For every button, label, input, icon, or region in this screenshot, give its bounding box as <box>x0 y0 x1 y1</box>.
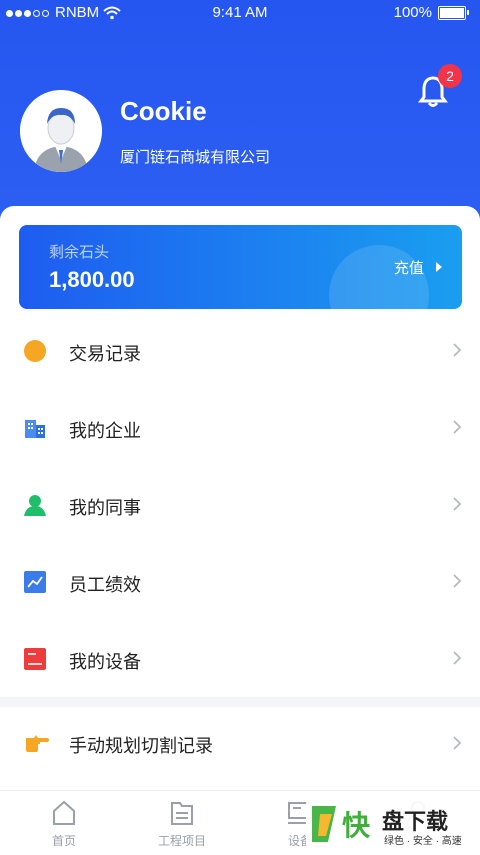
balance-label: 剩余石头 <box>49 244 110 261</box>
menu-item-label: 手动规划切割记录 <box>69 736 213 756</box>
chevron-right-icon <box>453 574 462 588</box>
status-bar: RNBM 9:41 AM 100% <box>0 0 480 28</box>
menu-item-colleagues[interactable]: 我的同事 <box>0 466 480 543</box>
recharge-label: 充值 <box>393 260 424 277</box>
chevron-right-icon <box>453 736 462 750</box>
person-icon <box>24 495 46 516</box>
notification-badge: 2 <box>438 64 462 88</box>
profile-header: RNBM 9:41 AM 100% 2 Cookie 厦门链石商城有限公司 <box>0 0 480 230</box>
menu-item-label: 员工绩效 <box>69 575 141 595</box>
menu-item-performance[interactable]: 员工绩效 <box>0 543 480 620</box>
menu-item-enterprise[interactable]: 我的企业 <box>0 389 480 466</box>
menu-item-label: 交易记录 <box>69 344 141 364</box>
tab-label: 工程项目 <box>157 834 206 848</box>
menu-list: 交易记录 我的企业 我的同事 员工绩效 我的设备 <box>0 312 480 697</box>
caret-right-icon <box>436 262 442 272</box>
company-name: 厦门链石商城有限公司 <box>120 149 271 166</box>
recharge-button[interactable]: 充值 <box>394 257 444 278</box>
watermark-slogan: 绿色 · 安全 · 高速 <box>384 836 462 847</box>
chevron-right-icon <box>453 343 462 357</box>
username: Cookie <box>120 96 207 126</box>
home-icon <box>53 800 75 825</box>
folder-icon <box>171 802 193 825</box>
tab-projects[interactable]: 工程项目 <box>122 791 242 855</box>
menu-item-devices[interactable]: 我的设备 <box>0 620 480 697</box>
device-icon <box>24 648 46 670</box>
chevron-right-icon <box>453 497 462 511</box>
chevron-right-icon <box>453 420 462 434</box>
pointing-hand-icon <box>26 735 49 752</box>
tab-home[interactable]: 首页 <box>4 791 124 855</box>
menu-item-label: 我的企业 <box>69 421 141 441</box>
section-divider <box>0 697 480 707</box>
menu-item-label: 我的设备 <box>69 652 141 672</box>
menu-item-cutting-records[interactable]: 手动规划切割记录 <box>0 707 480 779</box>
balance-amount: 1,800.00 <box>49 267 135 292</box>
avatar[interactable] <box>20 90 102 172</box>
battery-percent: 100% <box>393 4 432 21</box>
watermark-logo: 快 盘下载 绿色 · 安全 · 高速 <box>306 798 476 850</box>
battery-icon <box>438 5 469 20</box>
balance-card: 剩余石头 1,800.00 充值 <box>19 225 462 309</box>
menu-item-label: 我的同事 <box>69 498 141 518</box>
chevron-right-icon <box>453 651 462 665</box>
building-icon <box>25 420 45 438</box>
menu-item-transactions[interactable]: 交易记录 <box>0 312 480 389</box>
user-avatar-icon <box>20 90 102 172</box>
watermark-brand: 快 <box>342 810 371 841</box>
chart-icon <box>24 571 46 593</box>
tab-label: 首页 <box>51 834 76 848</box>
coin-icon <box>24 340 46 362</box>
